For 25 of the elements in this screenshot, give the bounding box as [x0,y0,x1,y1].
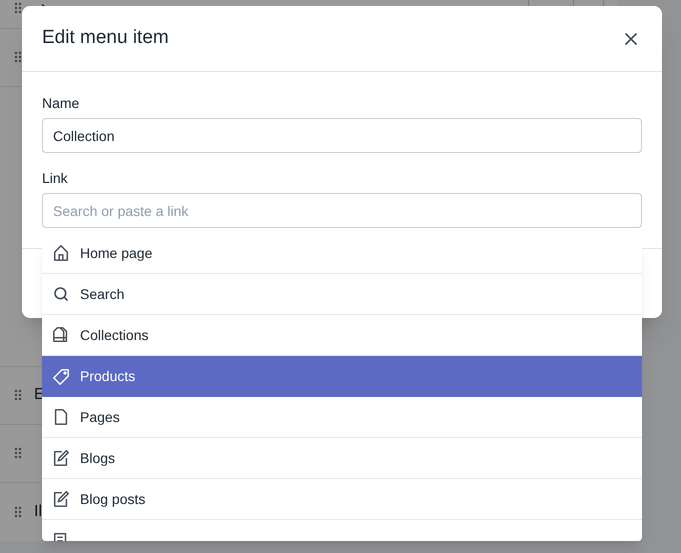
dropdown-item[interactable]: Blogs [42,438,642,479]
home-icon [52,244,70,262]
drag-handle-icon[interactable] [14,506,22,518]
drag-handle-icon[interactable] [14,389,22,402]
drag-handle-icon[interactable] [14,447,22,460]
collection-icon [52,326,70,344]
menu-item-title: Il [34,502,42,522]
search-icon [53,286,69,302]
input-field[interactable]: Search or paste a link [42,193,642,228]
page-icon [52,408,70,426]
dropdown-item[interactable]: Pages [42,397,642,438]
tag-icon [52,368,70,386]
input-field[interactable]: Collection [42,118,642,153]
dropdown-item[interactable]: Products [42,356,642,397]
field-label: Name [42,94,80,112]
edit-document-icon [52,490,70,508]
edit-document-icon [52,449,70,467]
dropdown-item[interactable]: Collections [42,315,642,356]
field-label: Link [42,169,69,187]
dialog-title: Edit menu item [42,26,169,50]
dropdown-item[interactable]: Blog posts [42,479,642,520]
drag-handle-icon[interactable] [14,2,22,14]
dropdown-item[interactable]: Search [42,274,642,315]
drag-handle-icon[interactable] [14,51,22,64]
dropdown-item[interactable]: Home page [42,241,642,274]
